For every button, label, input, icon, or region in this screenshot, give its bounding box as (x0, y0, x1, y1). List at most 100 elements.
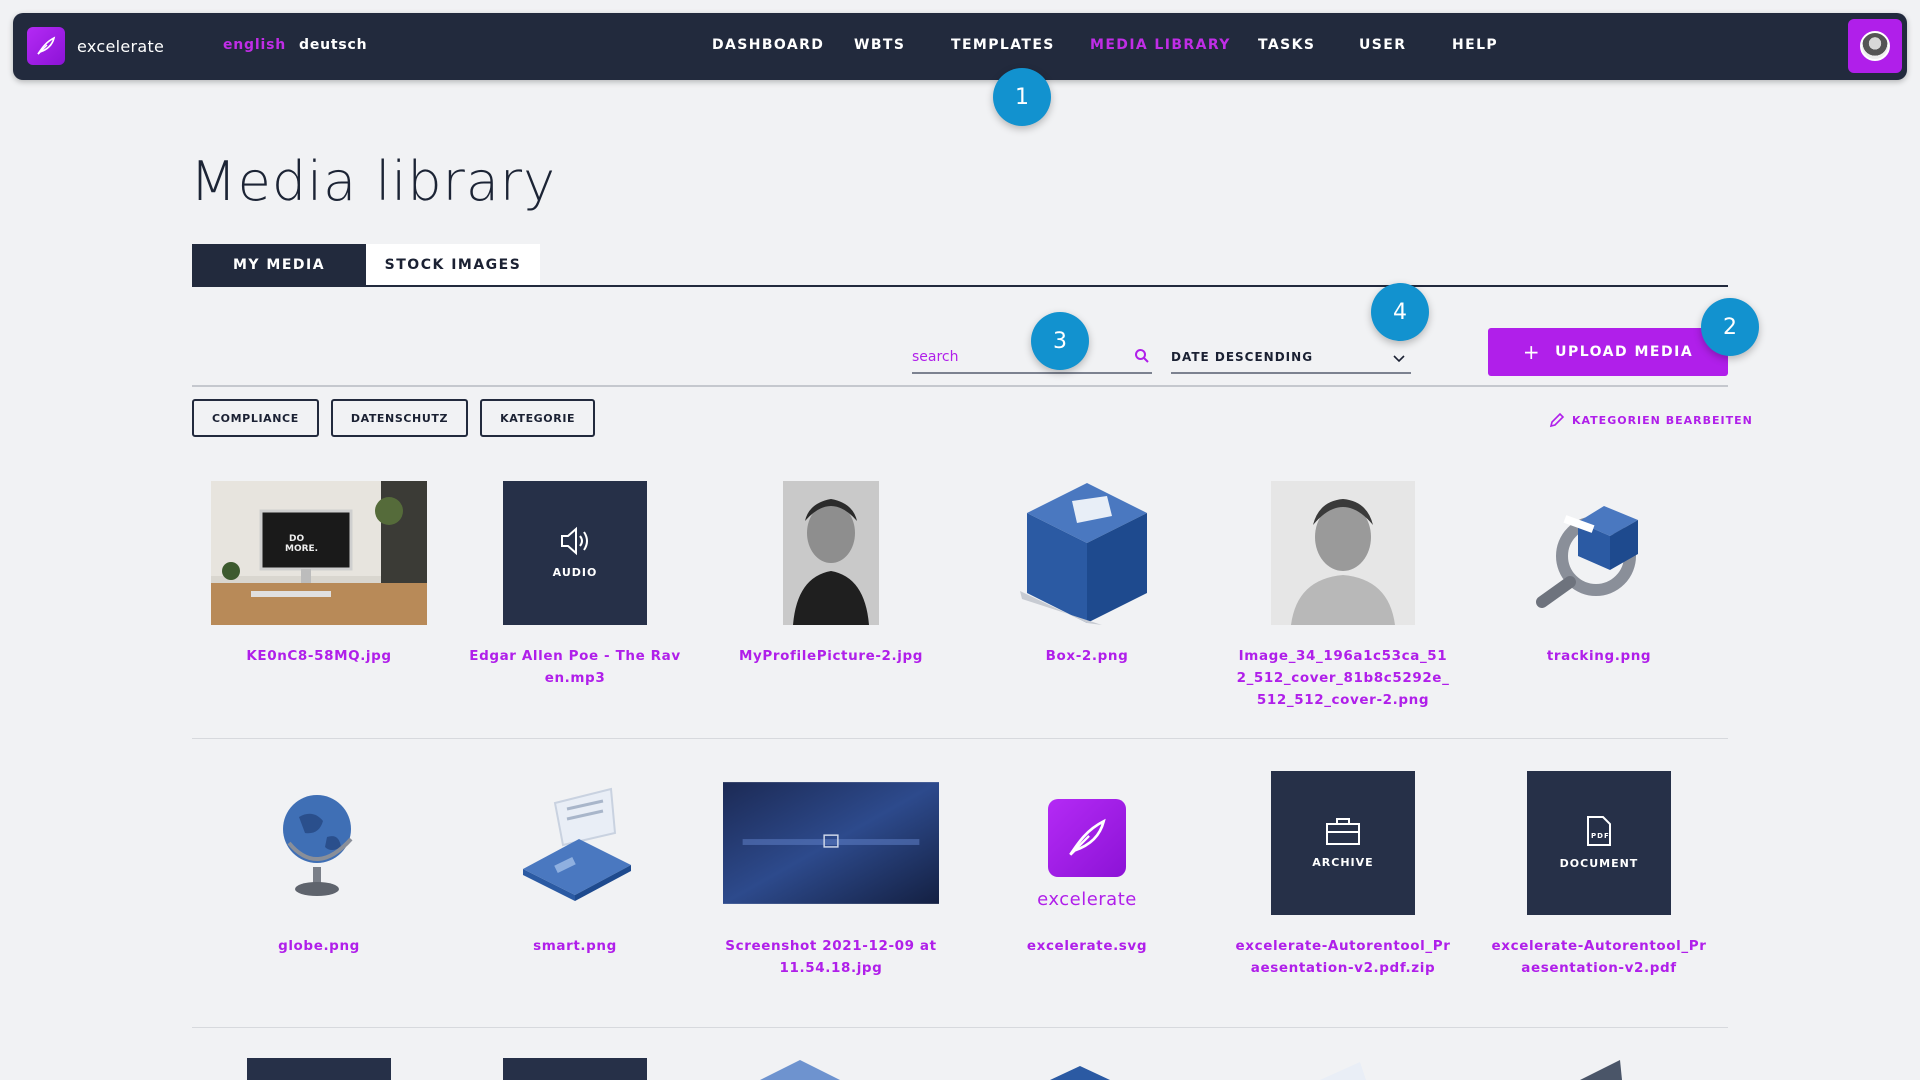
media-item[interactable]: tracking.png (1491, 480, 1707, 667)
media-item[interactable]: Box-2.png (979, 480, 1195, 667)
callout-3: 3 (1031, 312, 1089, 370)
media-thumbnail-partial[interactable] (247, 1058, 391, 1080)
callout-1: 1 (993, 68, 1051, 126)
media-thumbnail-partial[interactable] (503, 1058, 647, 1080)
media-item[interactable]: AUDIO Edgar Allen Poe - The Raven.mp3 (467, 480, 683, 689)
speaker-icon (561, 526, 588, 556)
document-label: DOCUMENT (1559, 857, 1639, 870)
media-thumbnail (467, 770, 683, 915)
audio-label: AUDIO (552, 566, 598, 579)
filter-datenschutz[interactable]: DATENSCHUTZ (330, 399, 469, 437)
media-item[interactable]: PDF DOCUMENT excelerate-Autorentool_Prae… (1491, 770, 1707, 979)
media-item[interactable]: smart.png (467, 770, 683, 957)
tab-stock-images[interactable]: STOCK IMAGES (366, 244, 540, 286)
filter-compliance[interactable]: COMPLIANCE (192, 399, 319, 437)
nav-user[interactable]: USER (1359, 37, 1406, 53)
plus-icon: + (1522, 340, 1542, 364)
archive-label: ARCHIVE (1312, 856, 1374, 869)
smart-image (523, 787, 631, 901)
media-thumbnail-partial[interactable] (1310, 1060, 1370, 1080)
media-filename: excelerate.svg (1026, 938, 1148, 954)
media-item[interactable]: Image_34_196a1c53ca_512_512_cover_81b8c5… (1235, 480, 1451, 711)
globe-image (283, 794, 353, 896)
screenshot-image (723, 781, 939, 904)
media-item[interactable]: Screenshot 2021-12-09 at 11.54.18.jpg (723, 770, 939, 979)
media-filename: Box-2.png (1045, 648, 1129, 664)
language-deutsch[interactable]: deutsch (299, 37, 367, 53)
media-thumbnail: DO MORE. (211, 480, 427, 625)
svg-text:MORE.: MORE. (285, 544, 318, 554)
row-divider (192, 1027, 1728, 1028)
toolbar-divider (192, 385, 1728, 387)
nav-tasks[interactable]: TASKS (1258, 37, 1315, 53)
media-item[interactable]: excelerate excelerate.svg (979, 770, 1195, 957)
category-filters: COMPLIANCE DATENSCHUTZ KATEGORIE (192, 399, 596, 437)
nav-wbts[interactable]: WBTS (854, 37, 905, 53)
nav-media-library[interactable]: MEDIA LIBRARY (1090, 37, 1231, 53)
pencil-icon (1549, 412, 1565, 428)
media-filename: tracking.png (1546, 648, 1652, 664)
archive-card: ARCHIVE (1271, 770, 1415, 915)
search-icon[interactable] (1134, 348, 1150, 368)
media-thumbnail-partial[interactable] (750, 1056, 850, 1080)
media-filename: excelerate-Autorentool_Praesentation-v2.… (1491, 938, 1707, 976)
excelerate-logo-icon (1048, 799, 1126, 877)
nav-dashboard[interactable]: DASHBOARD (712, 37, 824, 53)
media-filename: smart.png (533, 938, 617, 954)
media-thumbnail (723, 480, 939, 625)
audio-card: AUDIO (503, 480, 647, 625)
nav-help[interactable]: HELP (1452, 37, 1498, 53)
media-filename: Edgar Allen Poe - The Raven.mp3 (469, 648, 681, 686)
pdf-file-icon: PDF (1587, 816, 1611, 846)
media-thumbnail-partial[interactable] (1040, 1064, 1120, 1080)
media-thumbnail (979, 480, 1195, 625)
media-item[interactable]: globe.png (211, 770, 427, 957)
media-thumbnail (1235, 480, 1451, 625)
top-navbar: excelerate english deutsch DASHBOARD WBT… (13, 13, 1907, 80)
row-divider (192, 738, 1728, 739)
media-item[interactable]: MyProfilePicture-2.jpg (723, 480, 939, 667)
portrait-image (783, 480, 879, 625)
brand[interactable]: excelerate (27, 27, 164, 65)
media-filename: globe.png (278, 938, 360, 954)
sort-value: DATE DESCENDING (1171, 350, 1314, 364)
briefcase-icon (1326, 818, 1360, 845)
tabs-divider (192, 285, 1728, 287)
media-thumbnail: AUDIO (467, 480, 683, 625)
excelerate-logo-icon (27, 27, 65, 65)
media-thumbnail (211, 770, 427, 915)
media-thumbnail: PDF DOCUMENT (1491, 770, 1707, 915)
media-tabs: MY MEDIA STOCK IMAGES (192, 244, 540, 286)
sort-select[interactable]: DATE DESCENDING (1171, 344, 1411, 374)
upload-media-button[interactable]: + UPLOAD MEDIA (1488, 328, 1728, 376)
media-thumbnail-partial[interactable] (1560, 1058, 1630, 1080)
document-card: PDF DOCUMENT (1527, 770, 1671, 915)
media-thumbnail: excelerate (979, 770, 1195, 915)
svg-text:DO: DO (289, 534, 304, 544)
media-thumbnail: ARCHIVE (1235, 770, 1451, 915)
logo-wordmark: excelerate (1037, 889, 1137, 910)
page-title: Media library (190, 150, 557, 213)
filter-kategorie[interactable]: KATEGORIE (480, 399, 596, 437)
search-input[interactable] (912, 344, 1122, 370)
callout-2: 2 (1701, 298, 1759, 356)
media-item[interactable]: ARCHIVE excelerate-Autorentool_Praesenta… (1235, 770, 1451, 979)
nav-templates[interactable]: TEMPLATES (951, 37, 1055, 53)
media-item[interactable]: DO MORE. KE0nC8-58MQ.jpg (211, 480, 427, 667)
user-avatar-button[interactable] (1848, 19, 1902, 73)
tab-my-media[interactable]: MY MEDIA (192, 244, 366, 286)
language-english[interactable]: english (223, 37, 286, 53)
edit-categories-link[interactable]: KATEGORIEN BEARBEITEN (1548, 411, 1753, 429)
brand-name: excelerate (77, 36, 165, 56)
media-filename: Image_34_196a1c53ca_512_512_cover_81b8c5… (1236, 648, 1450, 708)
media-filename: KE0nC8-58MQ.jpg (246, 648, 392, 664)
edit-categories-label: KATEGORIEN BEARBEITEN (1572, 413, 1753, 427)
pdf-badge: PDF (1591, 832, 1610, 840)
media-filename: Screenshot 2021-12-09 at 11.54.18.jpg (725, 938, 937, 976)
media-filename: MyProfilePicture-2.jpg (738, 648, 924, 664)
chevron-down-icon (1393, 352, 1405, 366)
tracking-image (1536, 505, 1638, 608)
media-filename: excelerate-Autorentool_Praesentation-v2.… (1235, 938, 1451, 976)
portrait-image (1271, 480, 1415, 625)
box-image (1020, 482, 1147, 625)
